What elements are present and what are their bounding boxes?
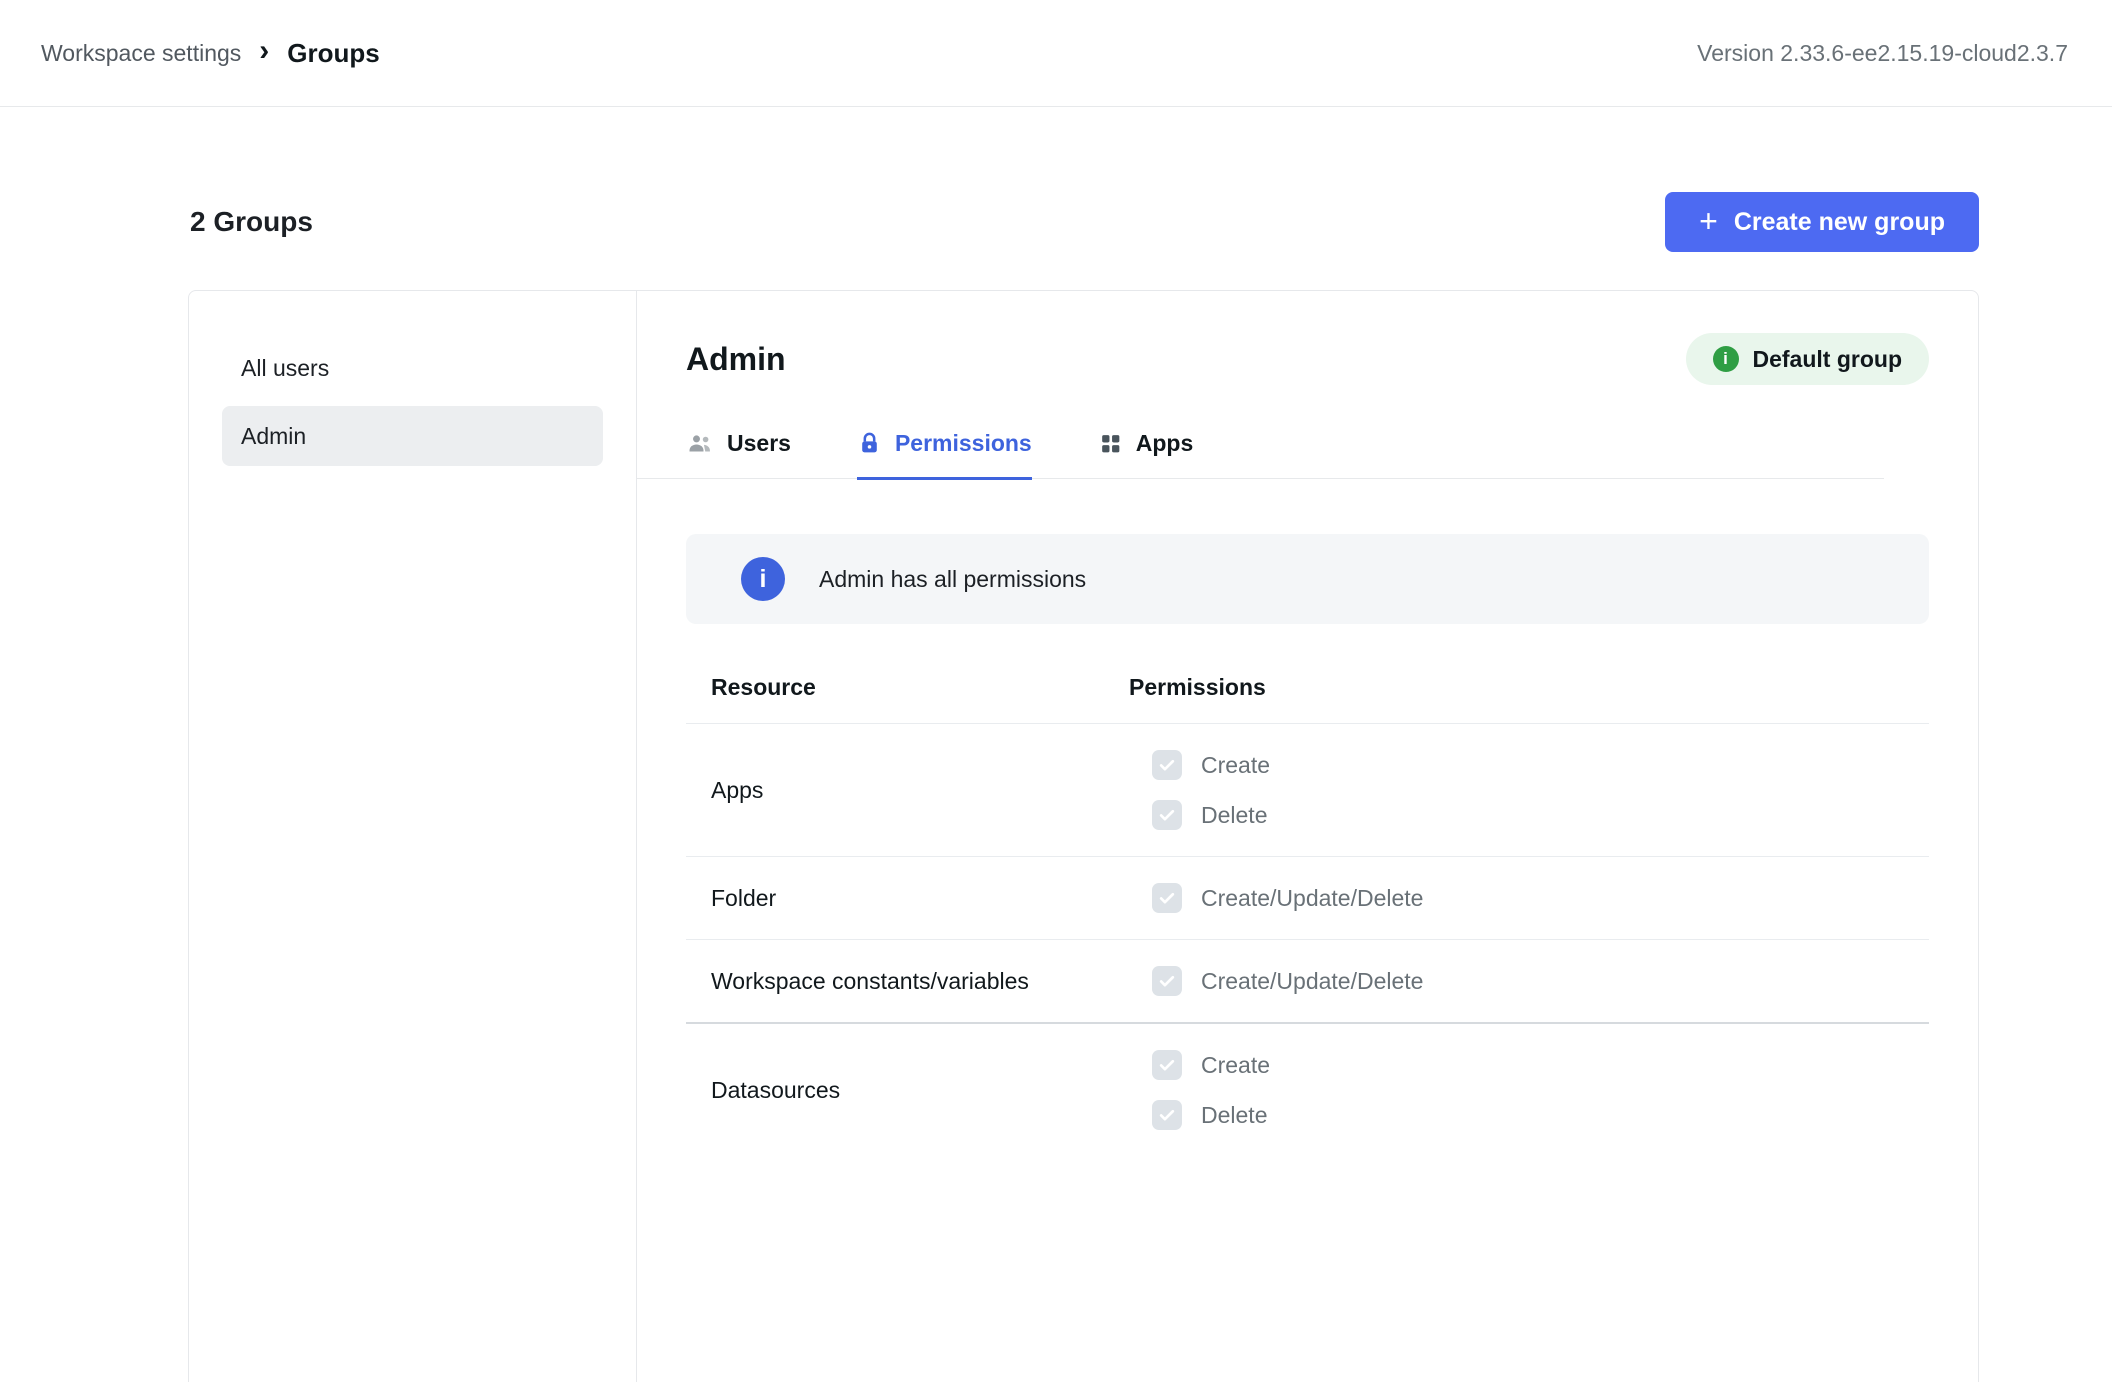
plus-icon: + xyxy=(1699,205,1718,240)
users-icon xyxy=(686,429,714,457)
column-header-permissions: Permissions xyxy=(1129,674,1266,701)
tab-apps[interactable]: Apps xyxy=(1098,429,1194,480)
sidebar-item-admin[interactable]: Admin xyxy=(222,406,603,466)
table-header-row: Resource Permissions xyxy=(686,648,1929,724)
version-label: Version 2.33.6-ee2.15.19-cloud2.3.7 xyxy=(1697,40,2068,67)
permission-label: Create xyxy=(1201,752,1270,779)
groups-toolbar: 2 Groups + Create new group xyxy=(190,192,1979,252)
permission-line: Delete xyxy=(1152,1100,1270,1130)
tab-users[interactable]: Users xyxy=(686,429,791,480)
chevron-right-icon: › xyxy=(259,36,269,70)
permission-checkbox[interactable] xyxy=(1152,966,1182,996)
resource-label: Workspace constants/variables xyxy=(686,968,1129,995)
permissions-rows: Apps Create Delete Folder Create/Update/Dele… xyxy=(686,724,1929,1156)
sidebar-item-all-users[interactable]: All users xyxy=(222,338,603,398)
info-icon: i xyxy=(1713,346,1739,372)
default-group-badge: i Default group xyxy=(1686,333,1930,385)
lock-icon xyxy=(857,431,882,456)
permission-checkbox[interactable] xyxy=(1152,800,1182,830)
column-header-resource: Resource xyxy=(686,674,1129,701)
table-row: Datasources Create Delete xyxy=(686,1024,1929,1156)
resource-label: Datasources xyxy=(686,1077,1129,1104)
tab-label: Users xyxy=(727,430,791,457)
permission-label: Create/Update/Delete xyxy=(1201,968,1423,995)
tab-label: Apps xyxy=(1136,430,1194,457)
tab-label: Permissions xyxy=(895,430,1032,457)
permissions-banner: i Admin has all permissions xyxy=(686,534,1929,624)
breadcrumb-workspace-settings[interactable]: Workspace settings xyxy=(41,40,241,67)
table-row: Workspace constants/variables Create/Upda… xyxy=(686,940,1929,1024)
permission-checkbox[interactable] xyxy=(1152,883,1182,913)
info-icon: i xyxy=(741,557,785,601)
top-bar: Workspace settings › Groups Version 2.33… xyxy=(0,0,2112,107)
permission-line: Create xyxy=(1152,750,1270,780)
table-row: Folder Create/Update/Delete xyxy=(686,857,1929,940)
tab-permissions[interactable]: Permissions xyxy=(857,429,1032,480)
group-title: Admin xyxy=(686,341,786,378)
group-detail-panel: Admin i Default group Users Permissions Ap… xyxy=(637,291,1978,1382)
groups-count: 2 Groups xyxy=(190,206,313,238)
resource-label: Folder xyxy=(686,885,1129,912)
permission-checkbox[interactable] xyxy=(1152,1050,1182,1080)
permission-label: Delete xyxy=(1201,1102,1267,1129)
permission-line: Create xyxy=(1152,1050,1270,1080)
resource-label: Apps xyxy=(686,777,1129,804)
breadcrumb-groups: Groups xyxy=(287,38,379,69)
permissions-banner-text: Admin has all permissions xyxy=(819,566,1086,593)
permission-checkbox[interactable] xyxy=(1152,1100,1182,1130)
permission-line: Create/Update/Delete xyxy=(1152,966,1423,996)
breadcrumb: Workspace settings › Groups xyxy=(41,36,380,70)
group-tabs: Users Permissions Apps xyxy=(637,429,1884,479)
default-group-label: Default group xyxy=(1753,346,1903,373)
create-new-group-label: Create new group xyxy=(1734,208,1945,237)
groups-sidebar: All users Admin xyxy=(189,291,637,1382)
permission-line: Delete xyxy=(1152,800,1270,830)
permissions-table: Resource Permissions Apps Create Delete Fol… xyxy=(686,648,1929,1156)
permission-checkbox[interactable] xyxy=(1152,750,1182,780)
permissions-cell: Create/Update/Delete xyxy=(1129,966,1423,996)
permission-label: Create/Update/Delete xyxy=(1201,885,1423,912)
permissions-cell: Create/Update/Delete xyxy=(1129,883,1423,913)
panel-header: Admin i Default group xyxy=(686,333,1929,385)
create-new-group-button[interactable]: + Create new group xyxy=(1665,192,1979,252)
apps-icon xyxy=(1098,431,1123,456)
permission-line: Create/Update/Delete xyxy=(1152,883,1423,913)
permissions-cell: Create Delete xyxy=(1129,750,1270,830)
permission-label: Create xyxy=(1201,1052,1270,1079)
permissions-cell: Create Delete xyxy=(1129,1050,1270,1130)
groups-card: All users Admin Admin i Default group Use… xyxy=(188,290,1979,1382)
permission-label: Delete xyxy=(1201,802,1267,829)
table-row: Apps Create Delete xyxy=(686,724,1929,857)
